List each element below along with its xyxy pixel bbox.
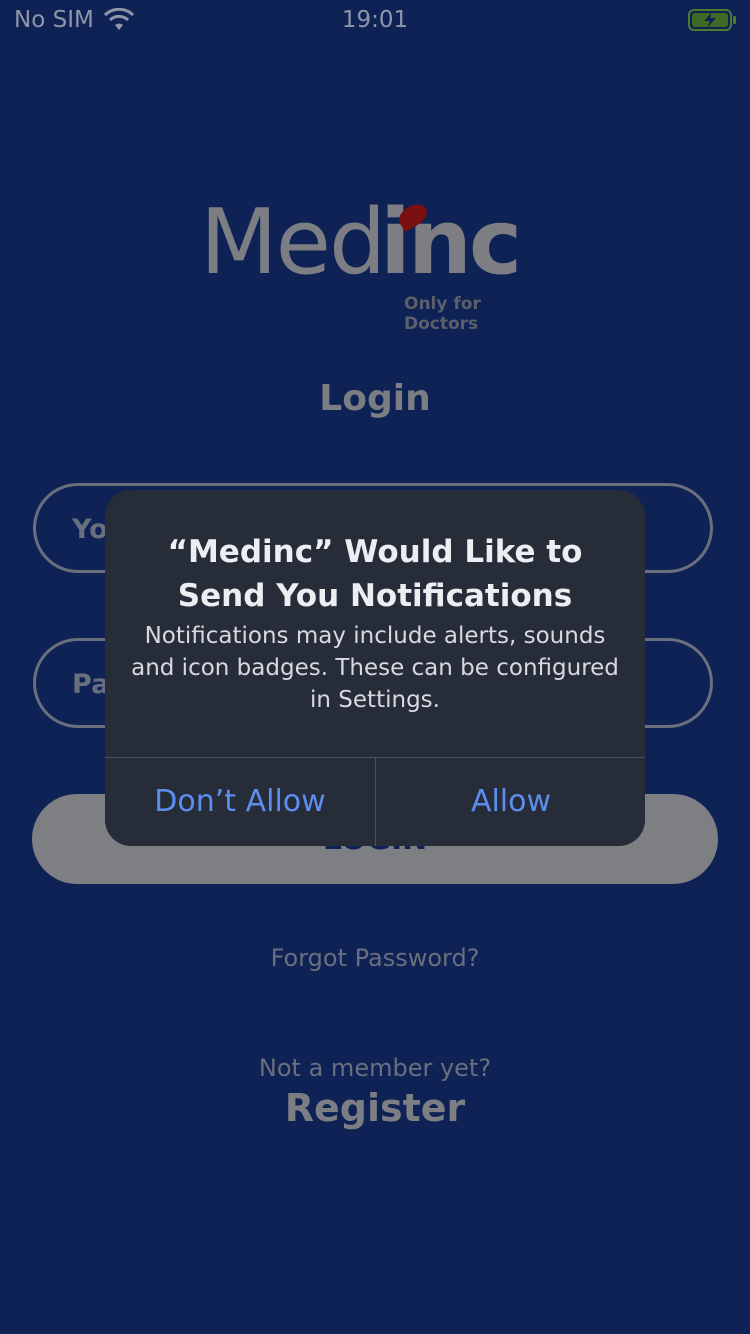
dialog-message: Notifications may include alerts, sounds… [131,623,619,713]
status-bar: No SIM 19:01 [0,0,750,40]
logo-text-med: Med [200,190,386,295]
medinc-logo: Med inc Only for Doctors [200,190,560,334]
allow-button[interactable]: Allow [376,758,645,846]
dialog-title: “Medinc” Would Like to Send You Notifica… [167,534,583,614]
page-title: Login [319,378,431,419]
register-link[interactable]: Register [0,1086,750,1130]
forgot-password-link[interactable]: Forgot Password? [0,944,750,972]
password-placeholder: Pa [72,669,110,700]
notification-permission-dialog: “Medinc” Would Like to Send You Notifica… [105,490,645,846]
dont-allow-button[interactable]: Don’t Allow [105,758,375,846]
clock: 19:01 [341,7,409,33]
logo-text-inc: inc [380,190,522,295]
battery-charging-icon [688,9,736,31]
logo-tagline: Only for Doctors [404,294,481,334]
email-placeholder: Yo [72,514,108,545]
not-member-text: Not a member yet? [258,1054,492,1082]
